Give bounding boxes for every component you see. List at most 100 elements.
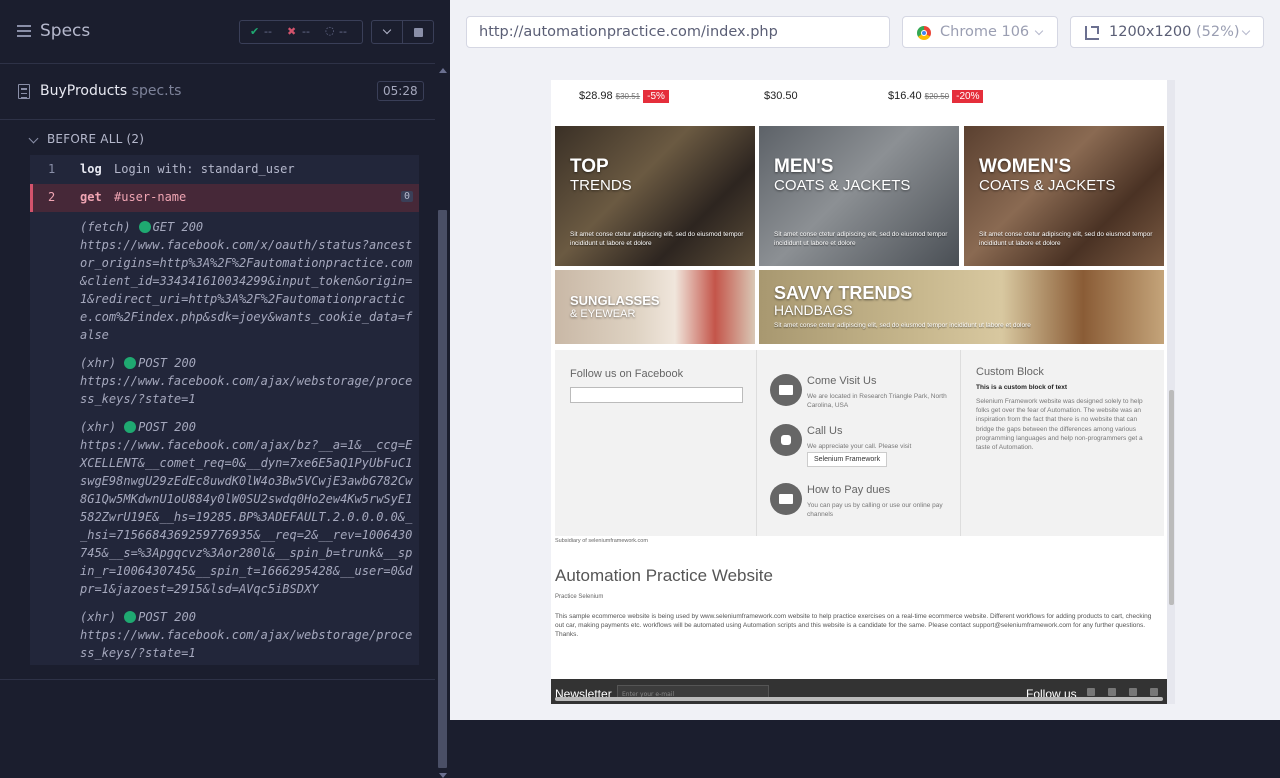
panel-footer-divider [0, 679, 435, 680]
product-price: $16.40 $20.50 -20% [888, 90, 984, 103]
command-log-scrollbar[interactable] [435, 64, 450, 778]
banner-womens-coats[interactable]: WOMEN'S COATS & JACKETS Sit amet conse c… [964, 126, 1164, 266]
log-url: https://www.facebook.com/ajax/bz?__a=1&_… [80, 438, 413, 596]
browser-selector[interactable]: Chrome 106 [902, 16, 1058, 48]
log-kind: (xhr) [80, 610, 117, 624]
network-log[interactable]: (xhr) POST 200 https://www.facebook.com/a… [80, 608, 415, 662]
facebook-icon[interactable] [1087, 688, 1095, 696]
network-log[interactable]: (xhr) POST 200 https://www.facebook.com/a… [80, 354, 415, 408]
banner-top-trends[interactable]: TOP TRENDS Sit amet conse ctetur adipisc… [555, 126, 755, 266]
pending-count: -- [339, 25, 347, 38]
subsidiary-text: Subsidiary of seleniumframework.com [555, 538, 648, 544]
twitter-icon[interactable] [1108, 688, 1116, 696]
banner-title: MEN'S [774, 156, 834, 177]
site-description: This sample ecommerce website is being u… [555, 613, 1152, 638]
log-kind: (fetch) [80, 220, 131, 234]
app-under-test-panel: http://automationpractice.com/index.php … [450, 0, 1280, 720]
banner-title: WOMEN'S [979, 156, 1072, 177]
chevron-down-icon [1241, 26, 1251, 36]
before-all-hook[interactable]: BEFORE ALL (2) [28, 132, 145, 146]
network-log[interactable]: (fetch) GET 200 https://www.facebook.com/… [80, 218, 415, 344]
google-plus-icon[interactable] [1150, 688, 1158, 696]
command-log[interactable]: 1 log Login with: standard_user [30, 155, 419, 184]
spec-name: BuyProducts [40, 83, 128, 99]
chrome-icon [917, 26, 931, 40]
pending-icon: ◌ [325, 24, 335, 37]
specs-header: Specs ✔ -- ✖ -- ◌ -- [0, 0, 435, 64]
contact-block: Come Visit Us We are located in Research… [757, 350, 961, 536]
chevron-down-icon [28, 133, 39, 144]
custom-block-subtitle: This is a custom block of text [976, 384, 1068, 391]
dropdown-button[interactable] [371, 20, 403, 44]
stop-button[interactable] [402, 20, 434, 44]
contact-title: How to Pay dues [807, 484, 891, 496]
cross-icon: ✖ [287, 25, 297, 38]
status-dot-icon [124, 421, 137, 433]
scroll-down-icon[interactable] [439, 773, 447, 778]
banner-text: Sit amet conse ctetur adipiscing elit, s… [774, 322, 1031, 329]
product-price: $30.50 [764, 90, 798, 102]
banner-subtitle: COATS & JACKETS [979, 177, 1116, 194]
price: $16.40 [888, 90, 922, 102]
status-dot-icon [138, 221, 151, 233]
contact-title: Come Visit Us [807, 375, 877, 387]
viewport-size: 1200x1200 [1109, 24, 1192, 40]
phone-icon [770, 424, 802, 456]
facebook-block: Follow us on Facebook [555, 350, 757, 536]
spec-duration: 05:28 [377, 81, 424, 101]
old-price: $20.50 [924, 92, 950, 101]
viewport-scale: (52%) [1196, 24, 1240, 40]
site-title: Automation Practice Website [555, 566, 773, 585]
discount-badge: -20% [952, 90, 984, 103]
practice-subtitle: Practice Selenium [555, 594, 604, 600]
aut-iframe[interactable]: $28.98 $30.51 -5% $30.50 $16.40 $20.50 -20% … [551, 80, 1167, 704]
status-dot-icon [124, 357, 137, 369]
log-url: https://www.facebook.com/x/oauth/status?… [80, 238, 413, 342]
banner-text: Sit amet conse ctetur adipiscing elit, s… [979, 231, 1153, 247]
menu-icon[interactable] [17, 25, 31, 37]
log-status: POST 200 [138, 610, 196, 624]
banner-sunglasses[interactable]: SUNGLASSES & EYEWEAR [555, 270, 755, 344]
command-name: get [80, 190, 102, 204]
ruler-icon [1085, 26, 1099, 40]
passed-count: -- [264, 25, 272, 38]
custom-block-body: Selenium Framework website was designed … [976, 398, 1143, 452]
rss-icon[interactable] [1129, 688, 1137, 696]
document-icon [18, 84, 30, 99]
facebook-title: Follow us on Facebook [570, 368, 684, 380]
scrollbar-thumb[interactable] [555, 697, 1163, 701]
price: $30.50 [764, 90, 798, 102]
facebook-widget[interactable] [570, 387, 743, 403]
credit-card-icon [770, 483, 802, 515]
stop-icon [414, 28, 423, 37]
log-kind: (xhr) [80, 420, 117, 434]
url-bar[interactable]: http://automationpractice.com/index.php [466, 16, 890, 48]
selenium-framework-button[interactable]: Selenium Framework [807, 452, 888, 467]
scroll-up-icon[interactable] [439, 68, 447, 73]
footer-columns: Follow us on Facebook Come Visit Us We a… [555, 350, 1164, 536]
specs-title: Specs [40, 21, 91, 41]
command-message: #user-name [114, 190, 187, 204]
custom-block: Custom Block This is a custom block of t… [961, 350, 1164, 536]
network-log[interactable]: (xhr) POST 200 https://www.facebook.com/a… [80, 418, 415, 598]
command-list: 1 log Login with: standard_user 2 get #u… [30, 155, 419, 665]
command-get[interactable]: 2 get #user-name 0 [30, 184, 419, 212]
log-url: https://www.facebook.com/ajax/webstorage… [80, 628, 413, 660]
scrollbar-thumb[interactable] [1169, 390, 1174, 605]
old-price: $30.51 [615, 92, 641, 101]
aut-horizontal-scrollbar[interactable] [551, 696, 1167, 702]
spec-file-name: BuyProducts spec.ts [40, 83, 181, 99]
aut-vertical-scrollbar[interactable] [1167, 80, 1175, 704]
command-number: 2 [48, 190, 56, 204]
banner-title: TOP [570, 156, 609, 177]
hook-label: BEFORE ALL (2) [47, 132, 145, 146]
contact-text: We are located in Research Triangle Park… [807, 393, 947, 409]
banner-mens-coats[interactable]: MEN'S COATS & JACKETS Sit amet conse cte… [759, 126, 959, 266]
test-stats: ✔ -- ✖ -- ◌ -- [239, 20, 363, 44]
viewport-selector[interactable]: 1200x1200 (52%) [1070, 16, 1264, 48]
contact-text: We appreciate your call. Please visit [807, 443, 912, 450]
scrollbar-thumb[interactable] [438, 210, 447, 768]
banner-savvy-trends[interactable]: SAVVY TRENDS HANDBAGS Sit amet conse cte… [759, 270, 1164, 344]
browser-name: Chrome 106 [940, 24, 1030, 40]
spec-file-row[interactable]: BuyProducts spec.ts 05:28 [0, 64, 435, 120]
